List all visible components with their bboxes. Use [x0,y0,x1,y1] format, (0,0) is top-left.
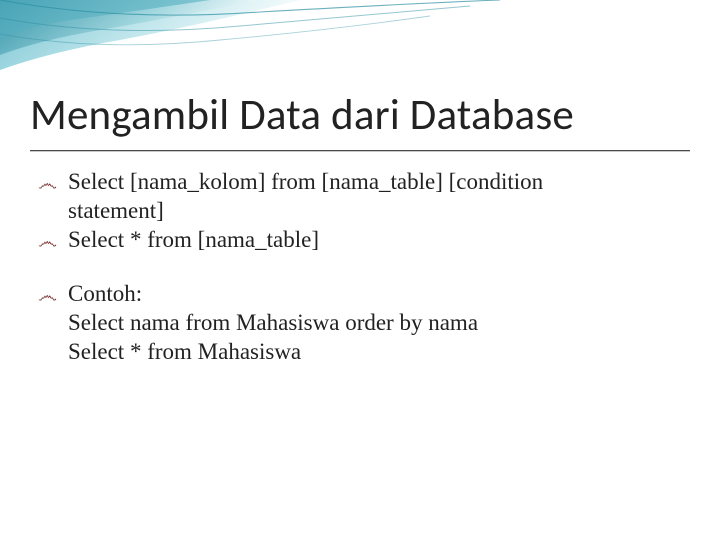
bullet-item: ෴ Select [nama_kolom] from [nama_table] … [38,168,680,197]
slide-title: Mengambil Data dari Database [30,88,690,141]
bullet-subtext: Select nama from Mahasiswa order by nama [38,309,680,338]
title-underline [30,150,690,152]
bullet-subtext: Select * from Mahasiswa [38,338,680,367]
bullet-text: Select * from [nama_table] [68,227,319,252]
decorative-corner [0,0,720,90]
slide-body: ෴ Select [nama_kolom] from [nama_table] … [38,168,680,367]
spacer [38,254,680,280]
bullet-text: Select [nama_kolom] from [nama_table] [c… [68,169,543,194]
bullet-icon: ෴ [38,172,57,197]
slide: Mengambil Data dari Database ෴ Select [n… [0,0,720,540]
bullet-item: ෴ Contoh: [38,280,680,309]
bullet-icon: ෴ [38,230,57,255]
bullet-icon: ෴ [38,284,57,309]
bullet-text: Contoh: [68,281,142,306]
bullet-item: ෴ Select * from [nama_table] [38,226,680,255]
bullet-continuation: statement] [38,197,680,226]
